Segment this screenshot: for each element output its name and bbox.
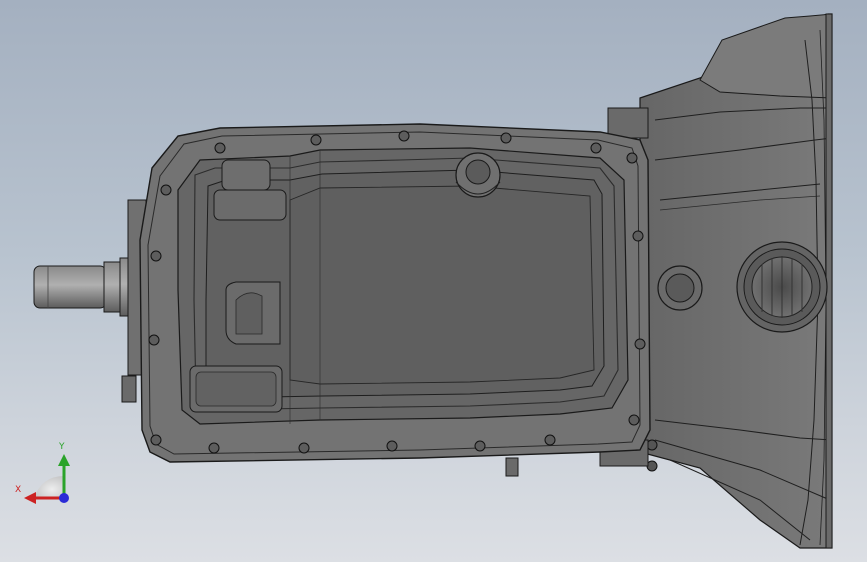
axis-triad-graphic <box>24 454 70 504</box>
axis-triad: Y X <box>12 440 82 510</box>
x-axis-label: X <box>15 485 22 495</box>
oil-pan[interactable] <box>139 123 703 477</box>
z-axis-icon <box>59 493 69 503</box>
graphics-viewport[interactable]: Y X <box>0 0 867 562</box>
y-axis-label: Y <box>59 442 65 452</box>
input-shaft[interactable] <box>33 199 147 403</box>
transmission-model[interactable] <box>0 0 867 562</box>
